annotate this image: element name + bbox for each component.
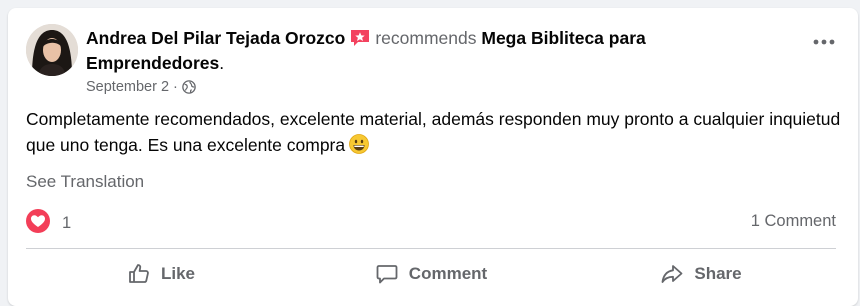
more-options-button[interactable] bbox=[810, 32, 838, 52]
post-text: Completamente recomendados, excelente ma… bbox=[26, 109, 841, 155]
post-header: Andrea Del Pilar Tejada Orozco recommends… bbox=[86, 26, 746, 76]
comment-label: Comment bbox=[408, 264, 488, 283]
see-translation-link[interactable]: See Translation bbox=[26, 172, 144, 192]
post-card: Andrea Del Pilar Tejada Orozco recommends… bbox=[8, 8, 858, 306]
author-name[interactable]: Andrea Del Pilar Tejada Orozco bbox=[86, 28, 345, 48]
post-date[interactable]: September 2 bbox=[86, 77, 169, 97]
share-label: Share bbox=[694, 264, 742, 283]
comment-count-link[interactable]: 1 Comment bbox=[751, 212, 836, 231]
post-actions: Like Comment Share bbox=[26, 254, 836, 294]
more-options-icon bbox=[813, 39, 835, 45]
divider bbox=[26, 248, 836, 249]
comment-button[interactable]: Comment bbox=[296, 254, 566, 294]
grinning-face-emoji-icon bbox=[349, 134, 370, 154]
meta-separator: · bbox=[173, 79, 178, 95]
avatar[interactable] bbox=[26, 24, 78, 76]
share-arrow-icon bbox=[661, 265, 683, 283]
like-label: Like bbox=[160, 264, 196, 283]
recommends-label: recommends bbox=[375, 28, 477, 48]
thumbs-up-icon bbox=[129, 264, 149, 283]
post-body: Completamente recomendados, excelente ma… bbox=[26, 106, 841, 158]
globe-icon[interactable] bbox=[182, 80, 196, 94]
love-reaction-icon bbox=[26, 209, 62, 238]
comment-bubble-icon bbox=[376, 265, 398, 284]
header-period: . bbox=[219, 53, 225, 73]
share-button[interactable]: Share bbox=[566, 254, 836, 294]
post-meta: September 2 · bbox=[86, 77, 196, 97]
reactions-summary[interactable]: 1 bbox=[26, 209, 71, 238]
recommend-badge-icon bbox=[349, 28, 371, 48]
like-button[interactable]: Like bbox=[26, 254, 296, 294]
reaction-count: 1 bbox=[62, 214, 72, 232]
